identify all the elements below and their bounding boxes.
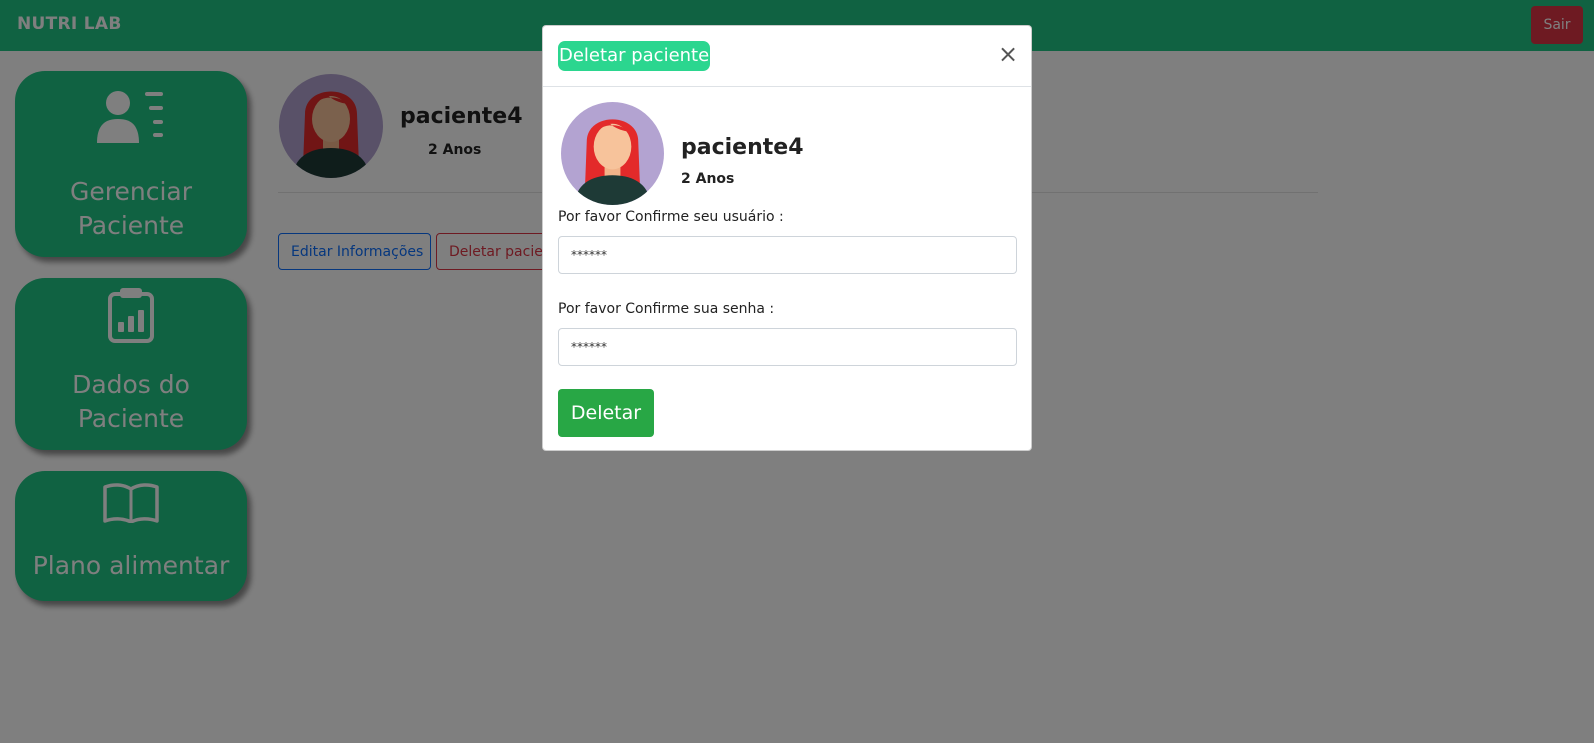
modal-patient-name: paciente4 (681, 135, 804, 160)
delete-patient-modal: Deletar paciente × paciente4 2 Anos Por … (542, 25, 1032, 451)
username-confirm-input[interactable] (558, 236, 1017, 274)
password-confirm-input[interactable] (558, 328, 1017, 366)
modal-title: Deletar paciente (558, 41, 711, 71)
avatar (561, 102, 664, 205)
modal-patient-age: 2 Anos (681, 171, 735, 187)
password-label: Por favor Confirme sua senha : (558, 301, 775, 317)
username-label: Por favor Confirme seu usuário : (558, 209, 784, 225)
confirm-delete-button[interactable]: Deletar (558, 389, 654, 437)
close-icon[interactable]: × (998, 42, 1018, 66)
modal-header: Deletar paciente × (543, 26, 1031, 87)
